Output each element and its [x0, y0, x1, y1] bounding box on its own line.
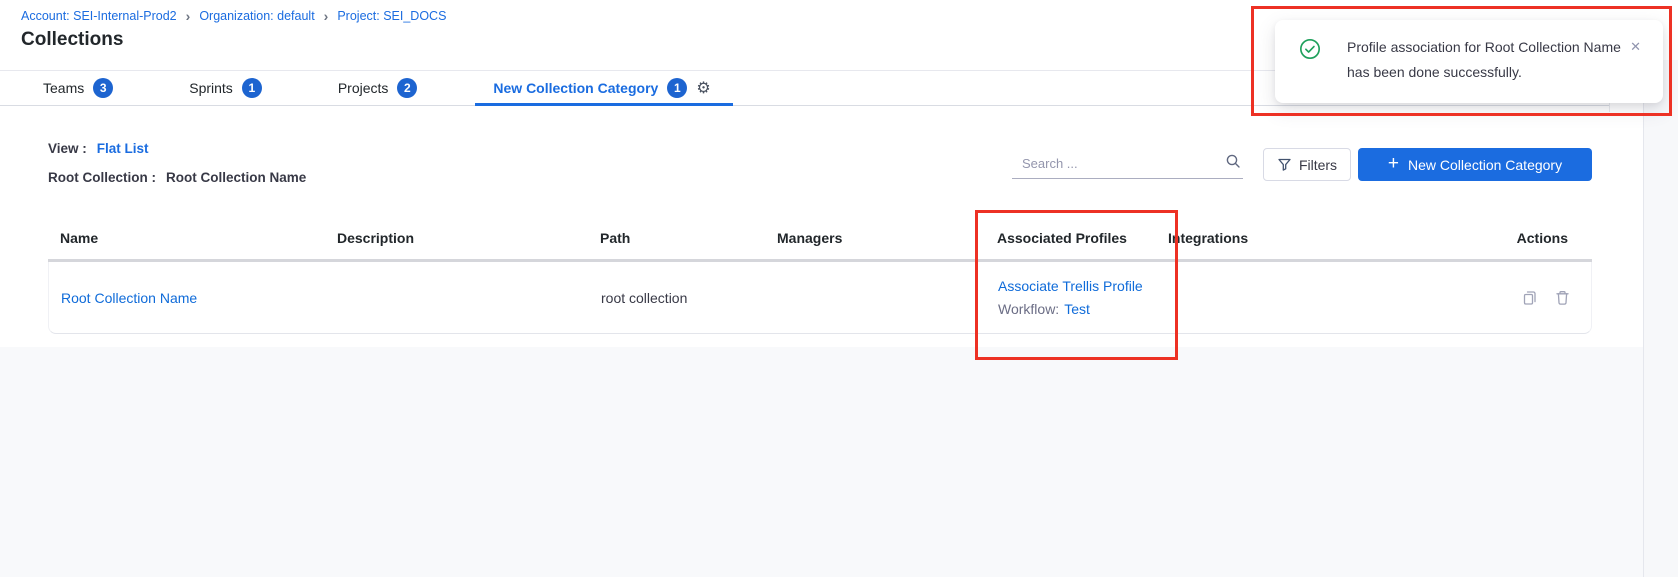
tab-sprints-label: Sprints: [189, 80, 233, 96]
root-collection-row: Root Collection : Root Collection Name: [48, 170, 306, 185]
tab-teams-label: Teams: [43, 80, 84, 96]
column-header-path: Path: [600, 230, 777, 246]
close-icon[interactable]: ✕: [1630, 40, 1641, 55]
view-flat-list-link[interactable]: Flat List: [97, 141, 149, 156]
page-background: [0, 347, 1643, 577]
chevron-right-icon: ›: [324, 9, 329, 23]
table-header: Name Description Path Managers Associate…: [48, 230, 1592, 246]
cell-path: root collection: [601, 290, 778, 306]
breadcrumb: Account: SEI-Internal-Prod2 › Organizati…: [21, 9, 446, 23]
new-collection-category-button[interactable]: + New Collection Category: [1358, 148, 1592, 181]
new-collection-category-button-label: New Collection Category: [1408, 157, 1562, 173]
column-header-description: Description: [337, 230, 600, 246]
chevron-right-icon: ›: [186, 9, 191, 23]
root-collection-value: Root Collection Name: [166, 170, 306, 185]
column-header-actions: Actions: [1468, 230, 1592, 246]
associate-trellis-profile-link[interactable]: Associate Trellis Profile: [998, 278, 1169, 294]
filter-funnel-icon: [1277, 157, 1292, 172]
tab-teams[interactable]: Teams 3: [43, 71, 113, 105]
collections-content-card: View : Flat List Root Collection : Root …: [30, 112, 1610, 347]
breadcrumb-project-link[interactable]: Project: SEI_DOCS: [337, 9, 446, 23]
filters-button[interactable]: Filters: [1263, 148, 1351, 181]
success-check-icon: [1299, 38, 1321, 60]
filters-button-label: Filters: [1299, 157, 1337, 173]
cell-associated-profiles: Associate Trellis Profile Workflow: Test: [998, 278, 1169, 317]
tab-sprints-count-badge: 1: [242, 78, 262, 98]
tab-teams-count-badge: 3: [93, 78, 113, 98]
cell-name: Root Collection Name: [61, 290, 338, 306]
tab-projects-count-badge: 2: [397, 78, 417, 98]
workflow-profile-link[interactable]: Test: [1064, 301, 1090, 317]
breadcrumb-account-link[interactable]: Account: SEI-Internal-Prod2: [21, 9, 177, 23]
tab-new-collection-category-label: New Collection Category: [493, 80, 658, 96]
tab-projects[interactable]: Projects 2: [338, 71, 418, 105]
workflow-label: Workflow:: [998, 301, 1059, 317]
tab-projects-label: Projects: [338, 80, 389, 96]
toast-message: Profile association for Root Collection …: [1347, 35, 1623, 85]
tab-sprints[interactable]: Sprints 1: [189, 71, 262, 105]
trash-icon[interactable]: [1554, 289, 1571, 306]
collection-name-link[interactable]: Root Collection Name: [61, 290, 197, 306]
tab-new-collection-category-count-badge: 1: [667, 78, 687, 98]
column-header-name: Name: [60, 230, 337, 246]
search-icon[interactable]: [1225, 153, 1241, 174]
search-input[interactable]: [1012, 156, 1225, 171]
collections-page: Account: SEI-Internal-Prod2 › Organizati…: [0, 0, 1678, 577]
gear-icon[interactable]: ⚙: [696, 80, 710, 96]
breadcrumb-organization-link[interactable]: Organization: default: [199, 9, 314, 23]
column-header-associated-profiles: Associated Profiles: [997, 230, 1168, 246]
copy-icon[interactable]: [1521, 289, 1538, 306]
workflow-line: Workflow: Test: [998, 301, 1169, 317]
page-title: Collections: [21, 29, 123, 51]
search-field: [1012, 149, 1243, 179]
right-gutter-panel: [1643, 60, 1678, 577]
tab-new-collection-category[interactable]: New Collection Category 1 ⚙: [493, 71, 710, 105]
table-row: Root Collection Name root collection Ass…: [48, 262, 1592, 334]
view-label: View :: [48, 141, 87, 156]
column-header-integrations: Integrations: [1168, 230, 1468, 246]
cell-actions: [1469, 289, 1591, 306]
view-row: View : Flat List: [48, 141, 149, 156]
root-collection-label: Root Collection :: [48, 170, 156, 185]
success-toast: Profile association for Root Collection …: [1275, 20, 1663, 103]
column-header-managers: Managers: [777, 230, 997, 246]
plus-icon: +: [1388, 154, 1399, 173]
